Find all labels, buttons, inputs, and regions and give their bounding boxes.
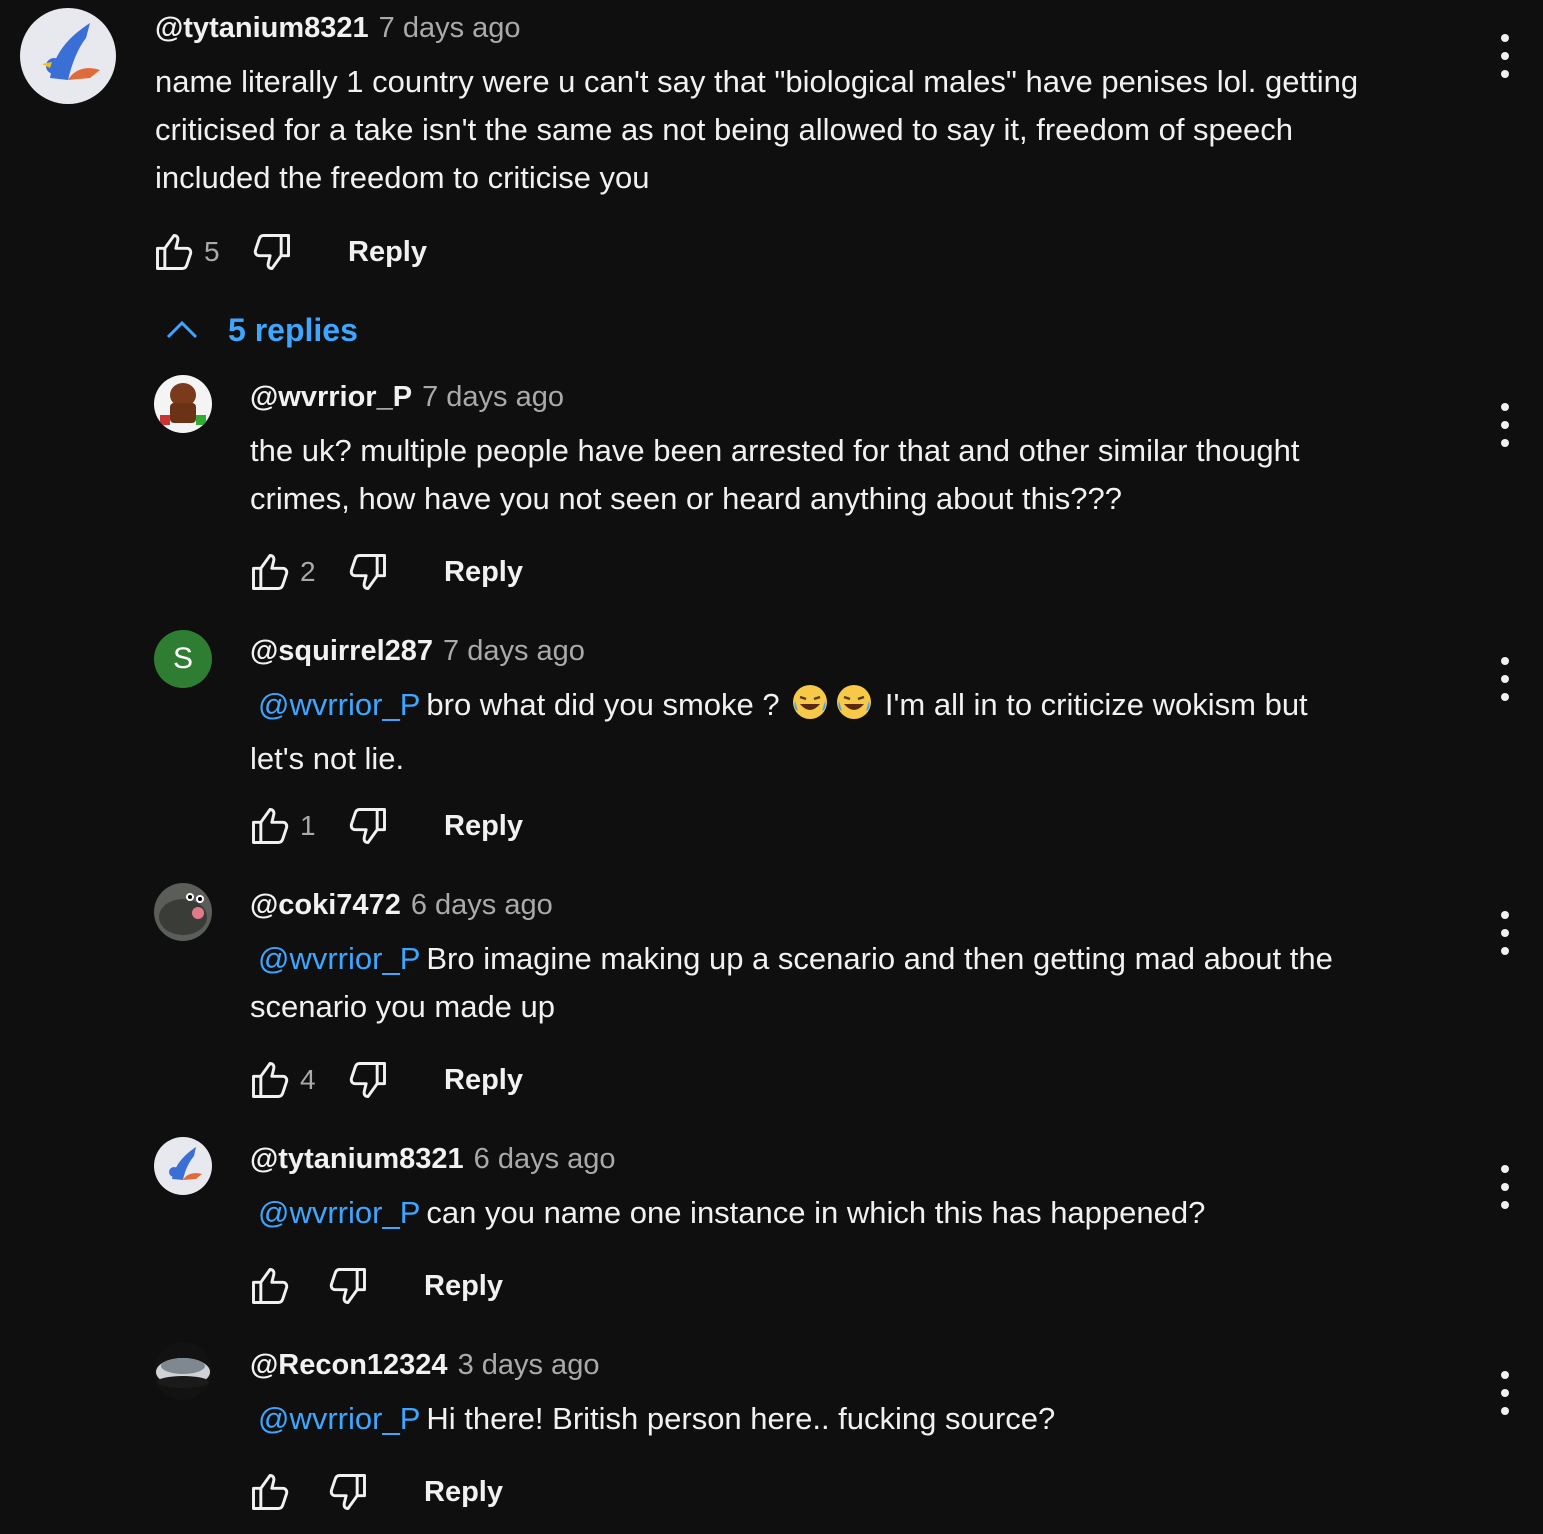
- reply-button[interactable]: Reply: [348, 236, 427, 269]
- reply-actions: 2 Reply: [246, 548, 523, 596]
- laughing-emoji-icon: [835, 683, 873, 735]
- reply-text: the uk? multiple people have been arrest…: [250, 427, 1470, 523]
- like-icon[interactable]: [246, 548, 294, 596]
- reply-header: @tytanium8321 6 days ago: [250, 1141, 616, 1177]
- comment-text-line: criticised for a take isn't the same as …: [155, 112, 1294, 147]
- reply-text-line: let's not lie.: [250, 741, 405, 776]
- reply-actions: Reply: [246, 1262, 503, 1310]
- timestamp[interactable]: 6 days ago: [411, 889, 553, 921]
- mention-link[interactable]: @wvrrior_P: [258, 687, 420, 722]
- reply-actions: 4 Reply: [246, 1056, 523, 1104]
- comment-header: @tytanium8321 7 days ago: [155, 10, 521, 46]
- dislike-icon[interactable]: [344, 548, 392, 596]
- mention-link[interactable]: @wvrrior_P: [258, 1401, 420, 1436]
- dislike-icon[interactable]: [344, 1056, 392, 1104]
- like-icon[interactable]: [246, 1262, 294, 1310]
- mention-link[interactable]: @wvrrior_P: [258, 941, 420, 976]
- author-handle[interactable]: @coki7472: [250, 889, 401, 921]
- reply-text-line: @wvrrior_P can you name one instance in w…: [250, 1189, 1470, 1237]
- like-icon[interactable]: [246, 1468, 294, 1516]
- reply-actions: 1 Reply: [246, 802, 523, 850]
- avatar[interactable]: [20, 8, 116, 104]
- avatar[interactable]: [154, 1342, 212, 1400]
- reply-text-line: @wvrrior_P Bro imagine making up a scenar…: [250, 935, 1470, 983]
- reply-text-line: @wvrrior_P bro what did you smoke ? I'm a…: [250, 681, 1470, 735]
- more-options-icon[interactable]: [1490, 34, 1520, 78]
- like-count: 5: [204, 236, 220, 267]
- more-options-icon[interactable]: [1490, 1371, 1520, 1415]
- reply-header: @Recon12324 3 days ago: [250, 1347, 599, 1383]
- reply-text: @wvrrior_P can you name one instance in w…: [250, 1189, 1470, 1237]
- dislike-icon[interactable]: [324, 1468, 372, 1516]
- comment-text: name literally 1 country were u can't sa…: [155, 58, 1475, 202]
- reply-button[interactable]: Reply: [444, 810, 523, 843]
- more-options-icon[interactable]: [1490, 403, 1520, 447]
- author-handle[interactable]: @tytanium8321: [155, 12, 369, 44]
- replies-toggle-button[interactable]: 5 replies: [164, 312, 358, 349]
- timestamp[interactable]: 3 days ago: [458, 1349, 600, 1381]
- reply-header: @wvrrior_P 7 days ago: [250, 379, 564, 415]
- comment-text-line: included the freedom to criticise you: [155, 160, 650, 195]
- author-handle[interactable]: @wvrrior_P: [250, 381, 412, 413]
- comment-actions: 5 Reply: [150, 228, 427, 276]
- timestamp[interactable]: 7 days ago: [443, 635, 585, 667]
- dislike-icon[interactable]: [248, 228, 296, 276]
- reply-text-segment: can you name one instance in which this …: [426, 1195, 1206, 1230]
- reply-text-segment: Hi there! British person here.. fucking …: [426, 1401, 1056, 1436]
- mention-link[interactable]: @wvrrior_P: [258, 1195, 420, 1230]
- timestamp[interactable]: 7 days ago: [422, 381, 564, 413]
- reply-button[interactable]: Reply: [444, 1064, 523, 1097]
- like-icon[interactable]: [150, 228, 198, 276]
- timestamp[interactable]: 6 days ago: [474, 1143, 616, 1175]
- avatar[interactable]: [154, 1137, 212, 1195]
- reply-actions: Reply: [246, 1468, 503, 1516]
- reply-text-line: crimes, how have you not seen or heard a…: [250, 481, 1122, 516]
- dislike-icon[interactable]: [344, 802, 392, 850]
- reply-button[interactable]: Reply: [424, 1476, 503, 1509]
- like-count: 4: [300, 1064, 316, 1095]
- avatar[interactable]: [154, 375, 212, 433]
- reply-text-line: @wvrrior_P Hi there! British person here.…: [250, 1395, 1470, 1443]
- avatar[interactable]: [154, 883, 212, 941]
- author-handle[interactable]: @tytanium8321: [250, 1143, 464, 1175]
- author-handle[interactable]: @Recon12324: [250, 1349, 448, 1381]
- reply-text: @wvrrior_P Hi there! British person here.…: [250, 1395, 1470, 1443]
- timestamp[interactable]: 7 days ago: [379, 12, 521, 44]
- like-count: 1: [300, 810, 316, 841]
- reply-text-segment: Bro imagine making up a scenario and the…: [426, 941, 1333, 976]
- reply-text-segment: I'm all in to criticize wokism but: [884, 687, 1308, 722]
- chevron-up-icon: [164, 312, 200, 349]
- reply-text-segment: bro what did you smoke ?: [426, 687, 780, 722]
- comment-text-line: name literally 1 country were u can't sa…: [155, 64, 1359, 99]
- reply-text-line: the uk? multiple people have been arrest…: [250, 433, 1300, 468]
- avatar[interactable]: S: [154, 630, 212, 688]
- reply-header: @coki7472 6 days ago: [250, 887, 553, 923]
- more-options-icon[interactable]: [1490, 1165, 1520, 1209]
- reply-text: @wvrrior_P Bro imagine making up a scenar…: [250, 935, 1470, 1031]
- like-icon[interactable]: [246, 1056, 294, 1104]
- reply-header: @squirrel287 7 days ago: [250, 633, 585, 669]
- author-handle[interactable]: @squirrel287: [250, 635, 433, 667]
- like-icon[interactable]: [246, 802, 294, 850]
- reply-text-line: scenario you made up: [250, 989, 556, 1024]
- replies-count-label: 5 replies: [228, 312, 358, 348]
- reply-button[interactable]: Reply: [424, 1270, 503, 1303]
- reply-button[interactable]: Reply: [444, 556, 523, 589]
- like-count: 2: [300, 556, 316, 587]
- more-options-icon[interactable]: [1490, 911, 1520, 955]
- reply-text: @wvrrior_P bro what did you smoke ? I'm a…: [250, 681, 1470, 783]
- dislike-icon[interactable]: [324, 1262, 372, 1310]
- laughing-emoji-icon: [791, 683, 829, 735]
- more-options-icon[interactable]: [1490, 657, 1520, 701]
